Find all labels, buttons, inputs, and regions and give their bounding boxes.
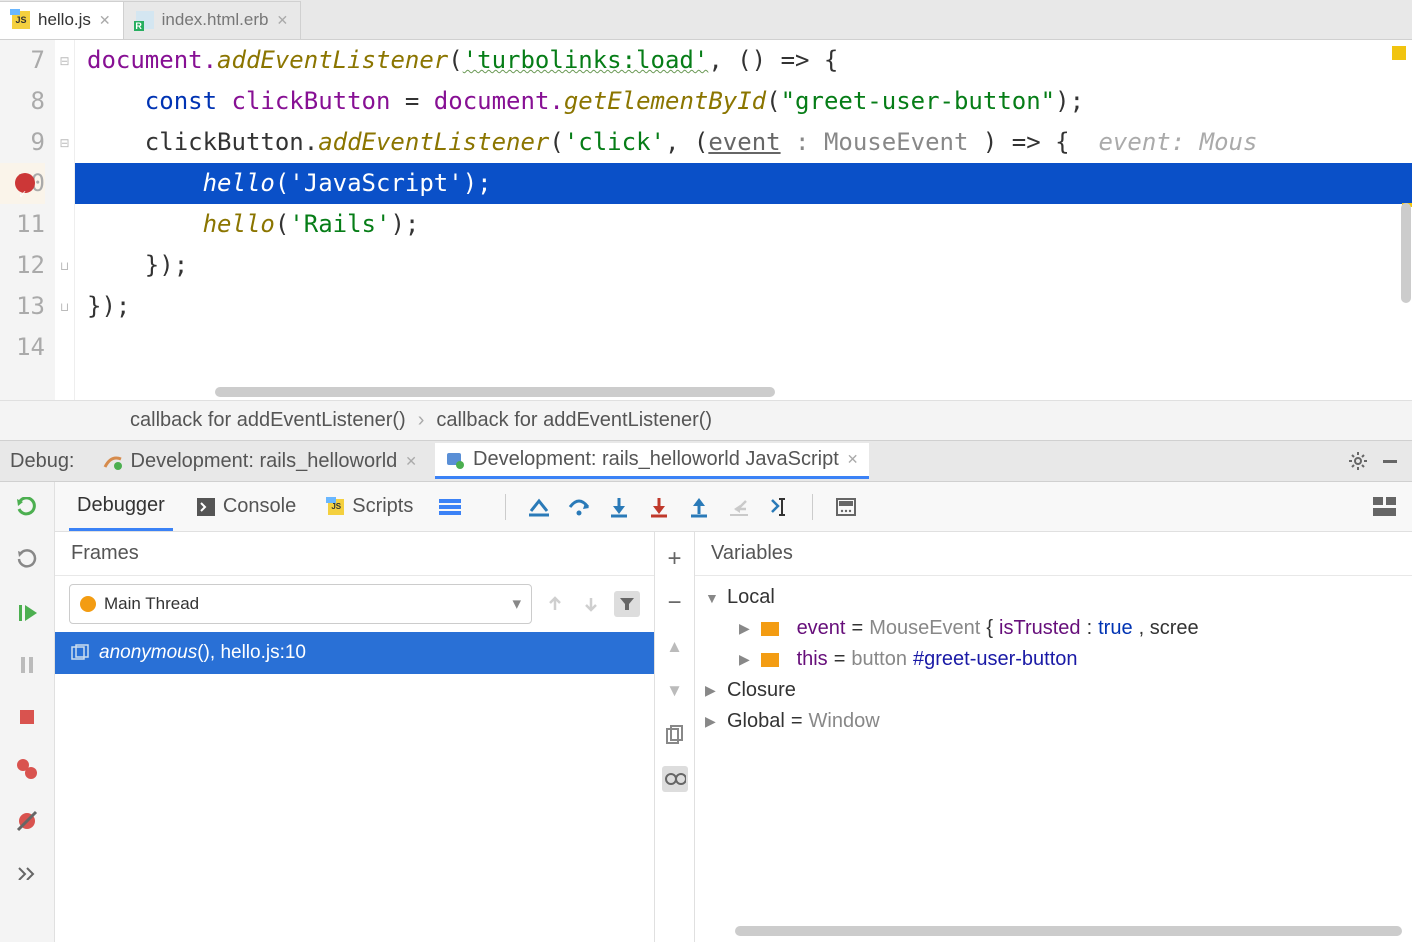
line-gutter: 7 8 9 10 11 12 13 14 — [0, 40, 55, 400]
drop-frame-icon[interactable] — [726, 494, 752, 520]
variable-this[interactable]: ▶ this = button #greet-user-button — [705, 644, 1402, 675]
run-to-cursor-icon[interactable] — [766, 494, 792, 520]
breadcrumb-item[interactable]: callback for addEventListener() — [436, 409, 712, 432]
tab-debugger[interactable]: Debugger — [69, 483, 173, 531]
expand-icon[interactable]: ▼ — [705, 590, 721, 606]
variables-pane: Variables ▼ Local ▶ event = MouseEvent { — [695, 532, 1412, 942]
js-file-icon: JS — [328, 499, 344, 515]
debug-config-tab-js[interactable]: Development: rails_helloworld JavaScript… — [435, 443, 868, 479]
stop-icon[interactable] — [14, 704, 40, 730]
variable-scope-local[interactable]: ▼ Local — [705, 582, 1402, 613]
prev-frame-icon[interactable] — [542, 591, 568, 617]
variable-scope-closure[interactable]: ▶ Closure — [705, 675, 1402, 706]
expand-icon[interactable]: ▶ — [739, 620, 755, 637]
code-content[interactable]: document.addEventListener('turbolinks:lo… — [75, 40, 1412, 400]
more-icon[interactable] — [14, 860, 40, 886]
fold-end-icon: ⊔ — [55, 286, 74, 327]
debug-label: Debug: — [10, 450, 75, 473]
refresh-icon[interactable] — [14, 548, 40, 574]
variables-toolbar: + − ▲ ▼ — [655, 532, 695, 942]
debugger-tab-bar: Debugger Console JS Scripts — [55, 482, 1412, 532]
add-watch-icon[interactable]: + — [662, 546, 688, 572]
fold-icon[interactable]: ⊟ — [55, 40, 74, 81]
pause-icon[interactable] — [14, 652, 40, 678]
close-icon[interactable]: ✕ — [99, 12, 111, 29]
mute-breakpoints-icon[interactable] — [14, 808, 40, 834]
show-execution-point-icon[interactable] — [526, 494, 552, 520]
expand-icon[interactable]: ▶ — [739, 651, 755, 668]
chevron-right-icon: › — [418, 409, 425, 432]
expand-icon[interactable]: ▶ — [705, 682, 721, 699]
frames-pane: Frames Main Thread ▾ anonymous(), hello.… — [55, 532, 655, 942]
fold-column: ⊟ ⊟ ⊔ ⊔ — [55, 40, 75, 400]
evaluate-icon[interactable] — [833, 494, 859, 520]
object-icon — [761, 653, 779, 667]
file-tab-index-erb[interactable]: index.html.erb ✕ — [124, 1, 302, 39]
file-tab-label: hello.js — [38, 10, 91, 30]
filter-icon[interactable] — [614, 591, 640, 617]
move-up-icon[interactable]: ▲ — [662, 634, 688, 660]
breakpoint-icon[interactable] — [15, 173, 35, 193]
fold-icon[interactable]: ⊟ — [55, 122, 74, 163]
step-into-icon[interactable] — [606, 494, 632, 520]
server-js-icon — [445, 450, 465, 470]
expand-icon[interactable]: ▶ — [705, 713, 721, 730]
thread-status-icon — [80, 596, 96, 612]
horizontal-scrollbar[interactable] — [735, 926, 1402, 936]
editor[interactable]: 7 8 9 10 11 12 13 14 ⊟ ⊟ ⊔ ⊔ document.ad… — [0, 40, 1412, 400]
fold-end-icon: ⊔ — [55, 245, 74, 286]
breadcrumb-item[interactable]: callback for addEventListener() — [130, 409, 406, 432]
force-step-into-icon[interactable] — [646, 494, 672, 520]
stack-frame[interactable]: anonymous(), hello.js:10 — [55, 632, 654, 674]
file-tab-bar: JS hello.js ✕ index.html.erb ✕ — [0, 0, 1412, 40]
breadcrumb: callback for addEventListener() › callba… — [0, 400, 1412, 440]
debug-sidebar — [0, 482, 55, 942]
debug-tool-window-header: Debug: Development: rails_helloworld ✕ D… — [0, 440, 1412, 482]
close-icon[interactable]: ✕ — [276, 12, 288, 29]
rails-icon — [103, 451, 123, 471]
horizontal-scrollbar[interactable] — [215, 387, 775, 397]
threads-icon[interactable] — [437, 494, 463, 520]
console-icon — [197, 498, 215, 516]
rerun-icon[interactable] — [14, 496, 40, 522]
close-icon[interactable]: ✕ — [847, 451, 859, 468]
js-file-icon: JS — [12, 11, 30, 29]
watches-icon[interactable] — [662, 766, 688, 792]
variable-scope-global[interactable]: ▶ Global = Window — [705, 706, 1402, 737]
debug-config-tab-rails[interactable]: Development: rails_helloworld ✕ — [93, 443, 428, 479]
chevron-down-icon: ▾ — [512, 594, 521, 614]
resume-icon[interactable] — [14, 600, 40, 626]
remove-watch-icon[interactable]: − — [662, 590, 688, 616]
step-over-icon[interactable] — [566, 494, 592, 520]
copy-icon[interactable] — [662, 722, 688, 748]
tab-scripts[interactable]: JS Scripts — [320, 483, 421, 531]
debug-tool-window: Debugger Console JS Scripts — [0, 482, 1412, 942]
move-down-icon[interactable]: ▼ — [662, 678, 688, 704]
gear-icon[interactable] — [1346, 449, 1370, 473]
minimize-icon[interactable] — [1378, 449, 1402, 473]
step-out-icon[interactable] — [686, 494, 712, 520]
file-tab-label: index.html.erb — [162, 10, 269, 30]
next-frame-icon[interactable] — [578, 591, 604, 617]
view-breakpoints-icon[interactable] — [14, 756, 40, 782]
inspection-marker[interactable] — [1392, 46, 1406, 60]
variable-event[interactable]: ▶ event = MouseEvent { isTrusted : true … — [705, 613, 1402, 644]
vertical-scrollbar[interactable] — [1401, 203, 1411, 303]
layout-icon[interactable] — [1372, 494, 1398, 520]
erb-file-icon — [136, 11, 154, 29]
frame-icon — [71, 644, 89, 662]
object-icon — [761, 622, 779, 636]
frames-header: Frames — [55, 532, 654, 576]
close-icon[interactable]: ✕ — [405, 453, 417, 470]
thread-selector[interactable]: Main Thread ▾ — [69, 584, 532, 624]
breakpoint-line[interactable]: 10 — [0, 163, 45, 204]
tab-console[interactable]: Console — [189, 483, 304, 531]
variables-header: Variables — [695, 532, 1412, 576]
file-tab-hello-js[interactable]: JS hello.js ✕ — [0, 1, 124, 39]
